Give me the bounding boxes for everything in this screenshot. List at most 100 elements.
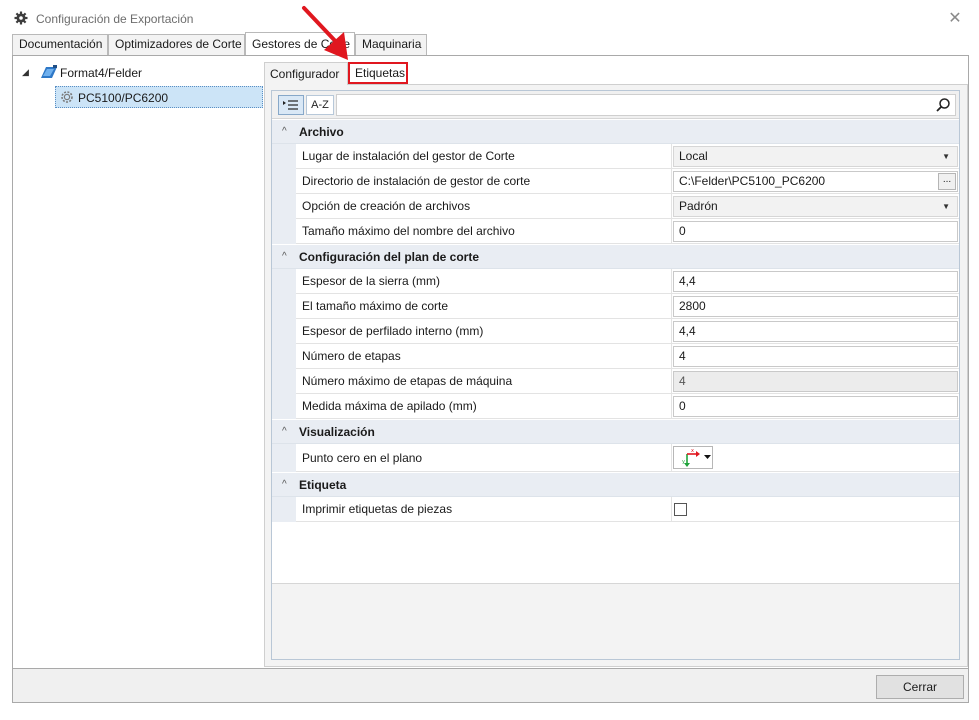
gear-icon <box>61 91 73 103</box>
browse-button[interactable]: ... <box>938 173 956 190</box>
property-row: Imprimir etiquetas de piezas <box>272 497 959 522</box>
property-name: Punto cero en el plano <box>296 444 672 472</box>
row-gutter <box>272 194 296 219</box>
collapse-icon[interactable]: ^ <box>282 473 287 497</box>
collapse-icon[interactable]: ^ <box>282 420 287 444</box>
property-name: Espesor de la sierra (mm) <box>296 269 672 294</box>
window-title: Configuración de Exportación <box>36 12 194 26</box>
tree-item-label: PC5100/PC6200 <box>78 91 169 105</box>
tab-optimizadores-de-corte[interactable]: Optimizadores de Corte <box>108 34 245 55</box>
tab-documentacion[interactable]: Documentación <box>12 34 108 55</box>
property-row: Directorio de instalación de gestor de c… <box>272 169 959 194</box>
property-row: Espesor de perfilado interno (mm) 4,4 <box>272 319 959 344</box>
tab-maquinaria[interactable]: Maquinaria <box>355 34 427 55</box>
field-value: C:\Felder\PC5100_PC6200 <box>679 174 826 188</box>
property-value: 4 <box>672 369 959 394</box>
section-title: Visualización <box>299 425 375 439</box>
property-row: Punto cero en el plano y x <box>272 444 959 472</box>
chevron-down-icon[interactable]: ▼ <box>942 197 950 216</box>
installation-directory-field[interactable]: C:\Felder\PC5100_PC6200 ... <box>673 171 958 192</box>
row-gutter <box>272 169 296 194</box>
search-icon[interactable] <box>935 97 951 113</box>
property-value <box>672 497 959 522</box>
property-name: Espesor de perfilado interno (mm) <box>296 319 672 344</box>
close-button[interactable]: Cerrar <box>876 675 964 699</box>
row-gutter <box>272 144 296 169</box>
close-icon[interactable]: ✕ <box>944 8 966 30</box>
svg-text:y: y <box>682 459 685 465</box>
dropdown-value: Padrón <box>679 199 718 213</box>
row-gutter <box>272 219 296 244</box>
property-value: 4,4 <box>672 269 959 294</box>
gear-icon <box>14 11 28 25</box>
tree-expand-icon[interactable]: ◢ <box>22 67 29 78</box>
internal-profiling-thickness-input[interactable]: 4,4 <box>673 321 958 342</box>
dropdown-value: Local <box>679 149 708 163</box>
search-input[interactable] <box>336 94 956 116</box>
property-grid: A-Z ^ Archivo Lugar de instalación del g… <box>271 90 960 660</box>
section-visualizacion[interactable]: ^ Visualización <box>272 420 959 444</box>
property-row: Lugar de instalación del gestor de Corte… <box>272 144 959 169</box>
property-row: Medida máxima de apilado (mm) 0 <box>272 394 959 419</box>
section-cutting-plan[interactable]: ^ Configuración del plan de corte <box>272 245 959 269</box>
row-gutter <box>272 319 296 344</box>
property-value: y x <box>672 444 959 472</box>
tree-item-pc5100-pc6200[interactable]: PC5100/PC6200 <box>55 86 263 108</box>
property-name: Imprimir etiquetas de piezas <box>296 497 672 522</box>
row-gutter <box>272 294 296 319</box>
row-gutter <box>272 344 296 369</box>
row-gutter <box>272 497 296 522</box>
max-machine-stages-field: 4 <box>673 371 958 392</box>
property-name: Número máximo de etapas de máquina <box>296 369 672 394</box>
property-value: 4 <box>672 344 959 369</box>
stages-count-input[interactable]: 4 <box>673 346 958 367</box>
section-title: Archivo <box>299 125 344 139</box>
property-name: Medida máxima de apilado (mm) <box>296 394 672 419</box>
annotation-arrow-icon <box>302 6 348 60</box>
print-labels-checkbox[interactable] <box>674 503 687 516</box>
property-value: Local ▼ <box>672 144 959 169</box>
property-name: Directorio de instalación de gestor de c… <box>296 169 672 194</box>
property-value: Padrón ▼ <box>672 194 959 219</box>
installation-location-dropdown[interactable]: Local ▼ <box>673 146 958 167</box>
row-gutter <box>272 444 296 472</box>
property-grid-toolbar: A-Z <box>272 91 959 119</box>
max-stacking-size-input[interactable]: 0 <box>673 396 958 417</box>
property-row: Espesor de la sierra (mm) 4,4 <box>272 269 959 294</box>
property-value: 0 <box>672 394 959 419</box>
property-name: Lugar de instalación del gestor de Corte <box>296 144 672 169</box>
collapse-icon[interactable]: ^ <box>282 120 287 144</box>
machine-folder-icon <box>41 65 57 78</box>
axis-origin-icon: y x <box>682 448 711 467</box>
alphabetical-button[interactable]: A-Z <box>306 95 334 115</box>
property-row: Número de etapas 4 <box>272 344 959 369</box>
max-cut-size-input[interactable]: 2800 <box>673 296 958 317</box>
tab-etiquetas[interactable]: Etiquetas <box>348 62 408 84</box>
property-value: C:\Felder\PC5100_PC6200 ... <box>672 169 959 194</box>
property-row: Número máximo de etapas de máquina 4 <box>272 369 959 394</box>
saw-thickness-input[interactable]: 4,4 <box>673 271 958 292</box>
svg-text:x: x <box>691 448 694 454</box>
section-title: Etiqueta <box>299 478 347 492</box>
collapse-icon[interactable]: ^ <box>282 245 287 269</box>
categorized-button[interactable] <box>278 95 304 115</box>
row-gutter <box>272 394 296 419</box>
property-name: El tamaño máximo de corte <box>296 294 672 319</box>
property-value: 4,4 <box>672 319 959 344</box>
property-row: Tamaño máximo del nombre del archivo 0 <box>272 219 959 244</box>
file-creation-option-dropdown[interactable]: Padrón ▼ <box>673 196 958 217</box>
property-name: Tamaño máximo del nombre del archivo <box>296 219 672 244</box>
section-archivo[interactable]: ^ Archivo <box>272 120 959 144</box>
row-gutter <box>272 369 296 394</box>
title-bar: Configuración de Exportación ✕ <box>0 0 979 32</box>
dialog-footer <box>12 669 969 703</box>
tree-item-format4-felder[interactable]: Format4/Felder <box>60 66 142 80</box>
zero-point-picker[interactable]: y x <box>673 446 713 469</box>
chevron-down-icon[interactable]: ▼ <box>942 147 950 166</box>
property-row: El tamaño máximo de corte 2800 <box>272 294 959 319</box>
max-filename-size-input[interactable]: 0 <box>673 221 958 242</box>
property-name: Número de etapas <box>296 344 672 369</box>
section-etiqueta[interactable]: ^ Etiqueta <box>272 473 959 497</box>
row-gutter <box>272 269 296 294</box>
property-value: 2800 <box>672 294 959 319</box>
